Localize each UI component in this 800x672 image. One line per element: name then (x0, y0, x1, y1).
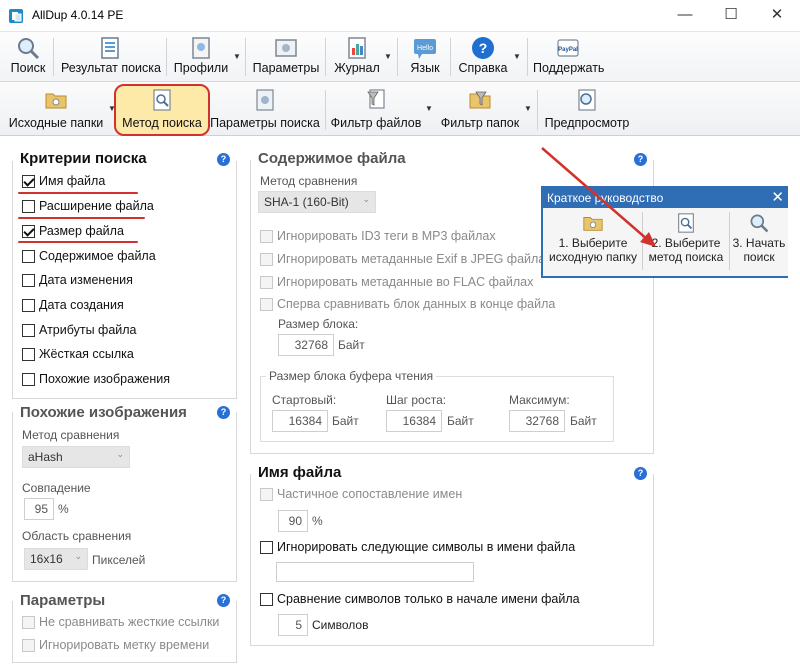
arrow-icon (541, 147, 649, 241)
annotation-arrow (541, 147, 656, 247)
right-edge (788, 136, 800, 672)
